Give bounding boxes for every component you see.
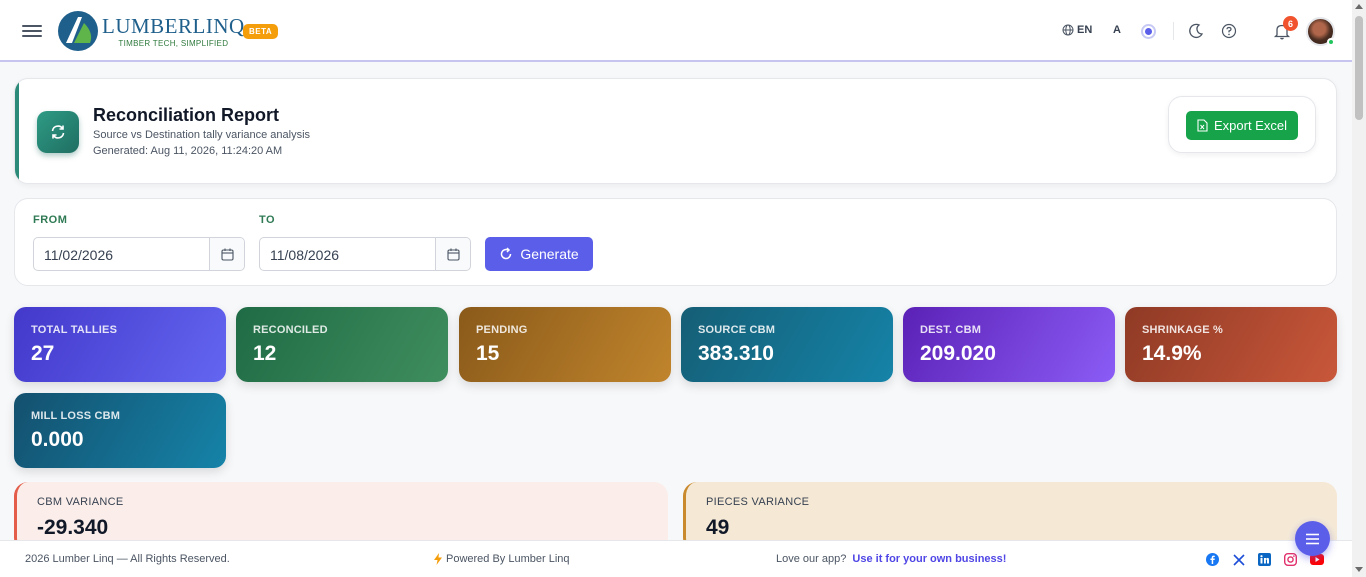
stat-card-mill-loss-cbm: MILL LOSS CBM 0.000 bbox=[14, 393, 226, 468]
stat-value: 15 bbox=[476, 342, 500, 365]
lightning-icon bbox=[434, 553, 442, 565]
date-filter-card: FROM 11/02/2026 TO 11/08/2026 Generate bbox=[14, 198, 1337, 286]
stat-label: SOURCE CBM bbox=[698, 324, 776, 336]
stat-value: 209.020 bbox=[920, 342, 996, 365]
scroll-thumb[interactable] bbox=[1355, 16, 1363, 120]
logo-mark-icon bbox=[58, 11, 98, 51]
brand-tagline: TIMBER TECH, SIMPLIFIED bbox=[118, 38, 229, 48]
stat-label: DEST. CBM bbox=[920, 324, 982, 336]
calendar-icon[interactable] bbox=[435, 238, 470, 270]
report-header-card: Reconciliation Report Source vs Destinat… bbox=[14, 78, 1337, 184]
stat-value: 383.310 bbox=[698, 342, 774, 365]
dark-mode-icon[interactable] bbox=[1188, 23, 1204, 39]
menu-icon[interactable] bbox=[22, 22, 42, 40]
instagram-icon[interactable] bbox=[1283, 552, 1298, 567]
stat-card-shrinkage: SHRINKAGE % 14.9% bbox=[1125, 307, 1337, 382]
stat-label: PENDING bbox=[476, 324, 528, 336]
generated-timestamp: Generated: Aug 11, 2026, 11:24:20 AM bbox=[93, 145, 283, 157]
powered-by: Powered By Lumber Linq bbox=[434, 553, 570, 565]
stat-card-reconciled: RECONCILED 12 bbox=[236, 307, 448, 382]
refresh-icon bbox=[501, 247, 512, 260]
list-icon bbox=[1306, 533, 1319, 544]
linkedin-icon[interactable] bbox=[1257, 552, 1272, 567]
page-subtitle: Source vs Destination tally variance ana… bbox=[93, 129, 311, 141]
beta-badge: BETA bbox=[243, 24, 279, 39]
stat-card-pending: PENDING 15 bbox=[459, 307, 671, 382]
font-size-toggle[interactable]: A bbox=[1113, 24, 1121, 36]
stat-card-source-cbm: SOURCE CBM 383.310 bbox=[681, 307, 893, 382]
notification-count-badge: 6 bbox=[1283, 16, 1298, 31]
stat-value: 27 bbox=[31, 342, 55, 365]
language-selector[interactable]: EN bbox=[1062, 24, 1092, 36]
stat-label: MILL LOSS CBM bbox=[31, 410, 121, 422]
powered-by-text: Powered By Lumber Linq bbox=[446, 553, 570, 565]
theme-color-toggle[interactable] bbox=[1141, 24, 1156, 39]
stat-value: 12 bbox=[253, 342, 277, 365]
facebook-icon[interactable] bbox=[1205, 552, 1220, 567]
excel-file-icon bbox=[1197, 119, 1208, 132]
x-icon[interactable] bbox=[1231, 552, 1246, 567]
use-for-business-link[interactable]: Use it for your own business! bbox=[852, 553, 1006, 565]
copyright-text: 2026 Lumber Linq — All Rights Reserved. bbox=[25, 553, 230, 565]
floating-menu-button[interactable] bbox=[1295, 521, 1330, 556]
variance-value: -29.340 bbox=[37, 516, 109, 539]
brand-name: LUMBERLINQ bbox=[102, 13, 245, 38]
page-footer: 2026 Lumber Linq — All Rights Reserved. … bbox=[0, 540, 1352, 577]
help-icon[interactable] bbox=[1221, 23, 1237, 39]
top-bar: LUMBERLINQ TIMBER TECH, SIMPLIFIED BETA … bbox=[0, 0, 1352, 62]
page-scrollbar[interactable] bbox=[1352, 0, 1366, 577]
export-container: Export Excel bbox=[1168, 96, 1316, 153]
variance-label: CBM VARIANCE bbox=[37, 496, 124, 508]
online-status-dot bbox=[1327, 38, 1335, 46]
stat-label: SHRINKAGE % bbox=[1142, 324, 1224, 336]
from-date-input[interactable]: 11/02/2026 bbox=[33, 237, 245, 271]
stat-card-dest-cbm: DEST. CBM 209.020 bbox=[903, 307, 1115, 382]
globe-icon bbox=[1062, 24, 1074, 36]
stat-card-total-tallies: TOTAL TALLIES 27 bbox=[14, 307, 226, 382]
language-label: EN bbox=[1077, 24, 1093, 36]
stat-value: 14.9% bbox=[1142, 342, 1202, 365]
stat-value: 0.000 bbox=[31, 428, 84, 451]
from-label: FROM bbox=[33, 214, 68, 226]
variance-value: 49 bbox=[706, 516, 730, 539]
from-date-value[interactable]: 11/02/2026 bbox=[34, 238, 209, 270]
promo-text: Love our app? Use it for your own busine… bbox=[776, 553, 1006, 565]
export-excel-label: Export Excel bbox=[1214, 118, 1287, 133]
to-date-value[interactable]: 11/08/2026 bbox=[260, 238, 435, 270]
calendar-icon[interactable] bbox=[209, 238, 244, 270]
refresh-icon bbox=[37, 111, 79, 153]
export-excel-button[interactable]: Export Excel bbox=[1186, 111, 1298, 140]
to-label: TO bbox=[259, 214, 276, 226]
scroll-up-arrow-icon[interactable] bbox=[1355, 4, 1363, 9]
generate-label: Generate bbox=[520, 246, 579, 262]
variance-label: PIECES VARIANCE bbox=[706, 496, 810, 508]
love-text: Love our app? bbox=[776, 553, 847, 565]
brand-logo[interactable]: LUMBERLINQ TIMBER TECH, SIMPLIFIED bbox=[56, 9, 245, 53]
generate-button[interactable]: Generate bbox=[485, 237, 593, 271]
scroll-down-arrow-icon[interactable] bbox=[1355, 567, 1363, 572]
page-title: Reconciliation Report bbox=[93, 105, 280, 125]
divider bbox=[1173, 22, 1174, 40]
stat-label: TOTAL TALLIES bbox=[31, 324, 118, 336]
stat-label: RECONCILED bbox=[253, 324, 328, 336]
to-date-input[interactable]: 11/08/2026 bbox=[259, 237, 471, 271]
